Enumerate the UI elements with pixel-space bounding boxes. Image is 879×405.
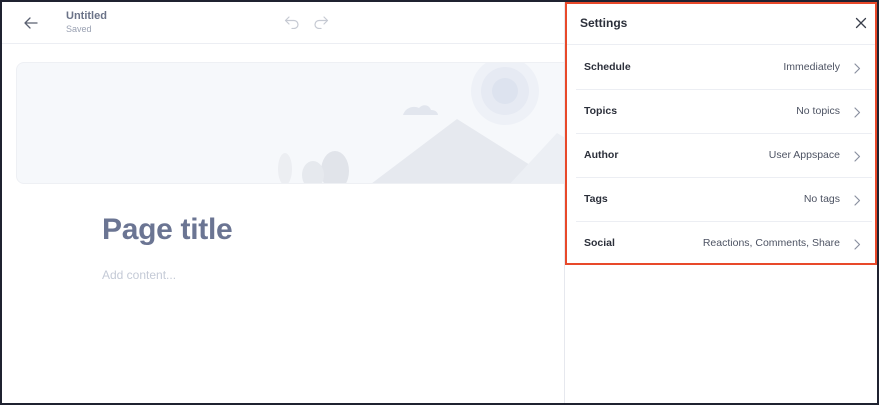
row-value: User Appspace: [768, 149, 840, 161]
content-input[interactable]: [102, 268, 522, 282]
undo-icon: [284, 16, 299, 29]
close-icon: [855, 17, 867, 29]
redo-icon: [314, 16, 329, 29]
row-label: Schedule: [584, 61, 631, 73]
settings-row-schedule[interactable]: Schedule Immediately: [576, 46, 872, 90]
back-button[interactable]: [20, 12, 42, 34]
row-label: Tags: [584, 193, 608, 205]
settings-row-social[interactable]: Social Reactions, Comments, Share: [576, 222, 872, 266]
row-label: Author: [584, 149, 619, 161]
settings-row-author[interactable]: Author User Appspace: [576, 134, 872, 178]
settings-panel: Settings Schedule Immediately Topics No …: [564, 2, 877, 403]
chevron-right-icon: [852, 105, 862, 119]
chevron-right-icon: [852, 61, 862, 75]
row-value: Reactions, Comments, Share: [702, 237, 840, 249]
row-value: Immediately: [783, 61, 840, 73]
document-title: Untitled: [66, 10, 107, 22]
chevron-right-icon: [852, 237, 862, 251]
arrow-left-icon: [24, 17, 38, 29]
chevron-right-icon: [852, 149, 862, 163]
settings-row-topics[interactable]: Topics No topics: [576, 90, 872, 134]
redo-button[interactable]: [312, 13, 330, 31]
settings-header: Settings: [565, 2, 877, 45]
row-label: Topics: [584, 105, 618, 117]
settings-list: Schedule Immediately Topics No topics Au…: [576, 46, 872, 266]
row-value: No tags: [803, 193, 840, 205]
chevron-right-icon: [852, 193, 862, 207]
row-label: Social: [584, 237, 615, 249]
row-value: No topics: [796, 105, 840, 117]
settings-title: Settings: [580, 16, 628, 30]
app-window: Untitled Saved Page title Add content...…: [0, 0, 879, 405]
close-settings-button[interactable]: [852, 14, 870, 32]
page-title[interactable]: Page title: [102, 213, 233, 247]
undo-button[interactable]: [283, 13, 301, 31]
editor-topbar: Untitled Saved: [2, 2, 564, 44]
editor: Untitled Saved Page title Add content...: [2, 2, 576, 403]
landscape-illustration: [278, 63, 575, 183]
settings-row-tags[interactable]: Tags No tags: [576, 178, 872, 222]
cover-image-placeholder[interactable]: [16, 62, 576, 184]
save-status: Saved: [66, 24, 92, 34]
